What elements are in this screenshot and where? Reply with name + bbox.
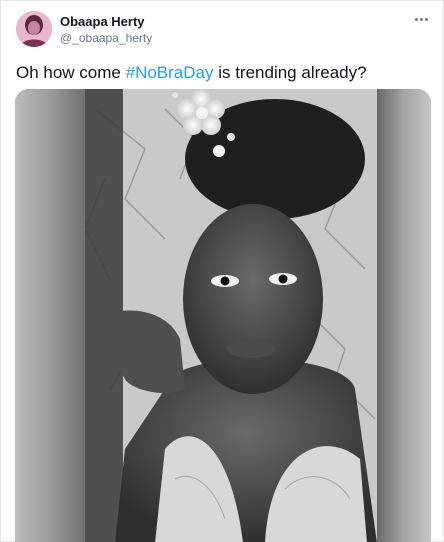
user-handle[interactable]: @_obaapa_herty (60, 31, 152, 45)
tweet-text-before: Oh how come (16, 63, 126, 82)
photo-image (15, 89, 431, 542)
avatar-image (16, 11, 52, 47)
tweet-photo[interactable] (15, 89, 431, 542)
dot (419, 17, 423, 21)
tweet-text-after: is trending already? (213, 63, 367, 82)
dot (414, 17, 418, 21)
hashtag-link[interactable]: #NoBraDay (126, 63, 214, 82)
more-horizontal-icon[interactable] (412, 12, 430, 26)
tweet-card: Obaapa Herty @_obaapa_herty Oh how come … (0, 0, 444, 542)
tweet-text: Oh how come #NoBraDay is trending alread… (16, 62, 367, 84)
dot (424, 17, 428, 21)
display-name[interactable]: Obaapa Herty (60, 14, 145, 29)
avatar[interactable] (16, 11, 52, 47)
